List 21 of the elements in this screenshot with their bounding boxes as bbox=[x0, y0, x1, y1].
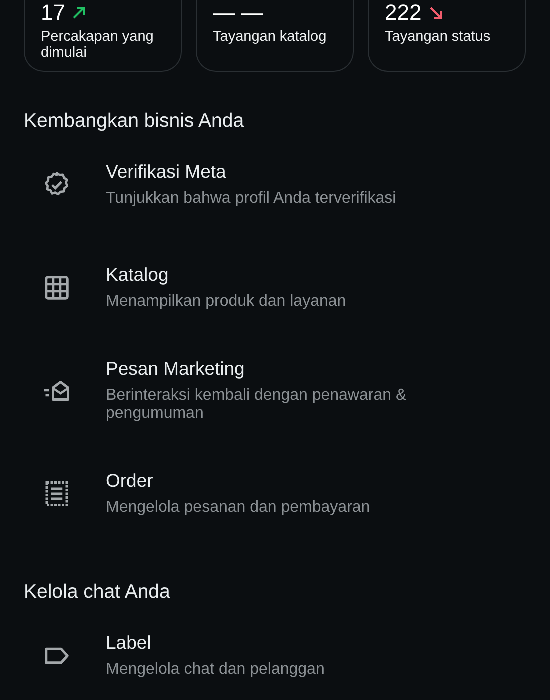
item-title[interactable]: Katalog bbox=[106, 264, 346, 286]
item-description: Mengelola pesanan dan pembayaran bbox=[106, 499, 370, 517]
section-heading: Kelola chat Anda bbox=[23, 580, 172, 604]
item-description: Tunjukkan bahwa profil Anda terverifikasi bbox=[106, 190, 396, 208]
item-description: Mengelola chat dan pelanggan bbox=[106, 661, 325, 679]
stat-value: 222 bbox=[385, 0, 422, 26]
stat-card[interactable]: 17 Percakapan yang dimulai bbox=[24, 0, 182, 72]
stat-label: Tayangan katalog bbox=[213, 29, 328, 45]
item-title[interactable]: Pesan Marketing bbox=[106, 358, 476, 380]
stat-card[interactable]: — — Tayangan katalog bbox=[196, 0, 354, 72]
item-title[interactable]: Label bbox=[106, 632, 325, 654]
section-heading: Kembangkan bisnis Anda bbox=[23, 109, 246, 133]
item-title[interactable]: Order bbox=[106, 470, 370, 492]
item-description: Menampilkan produk dan layanan bbox=[106, 293, 346, 311]
stat-value: 17 bbox=[41, 0, 66, 26]
stat-card[interactable]: 222 Tayangan status bbox=[368, 0, 526, 72]
item-description: Berinteraksi kembali dengan penawaran & pengumuman bbox=[106, 387, 408, 423]
stat-value: — — bbox=[213, 0, 264, 26]
stat-label: Percakapan yang dimulai bbox=[41, 29, 155, 61]
item-title[interactable]: Verifikasi Meta bbox=[106, 161, 396, 183]
stat-label: Tayangan status bbox=[385, 29, 492, 45]
